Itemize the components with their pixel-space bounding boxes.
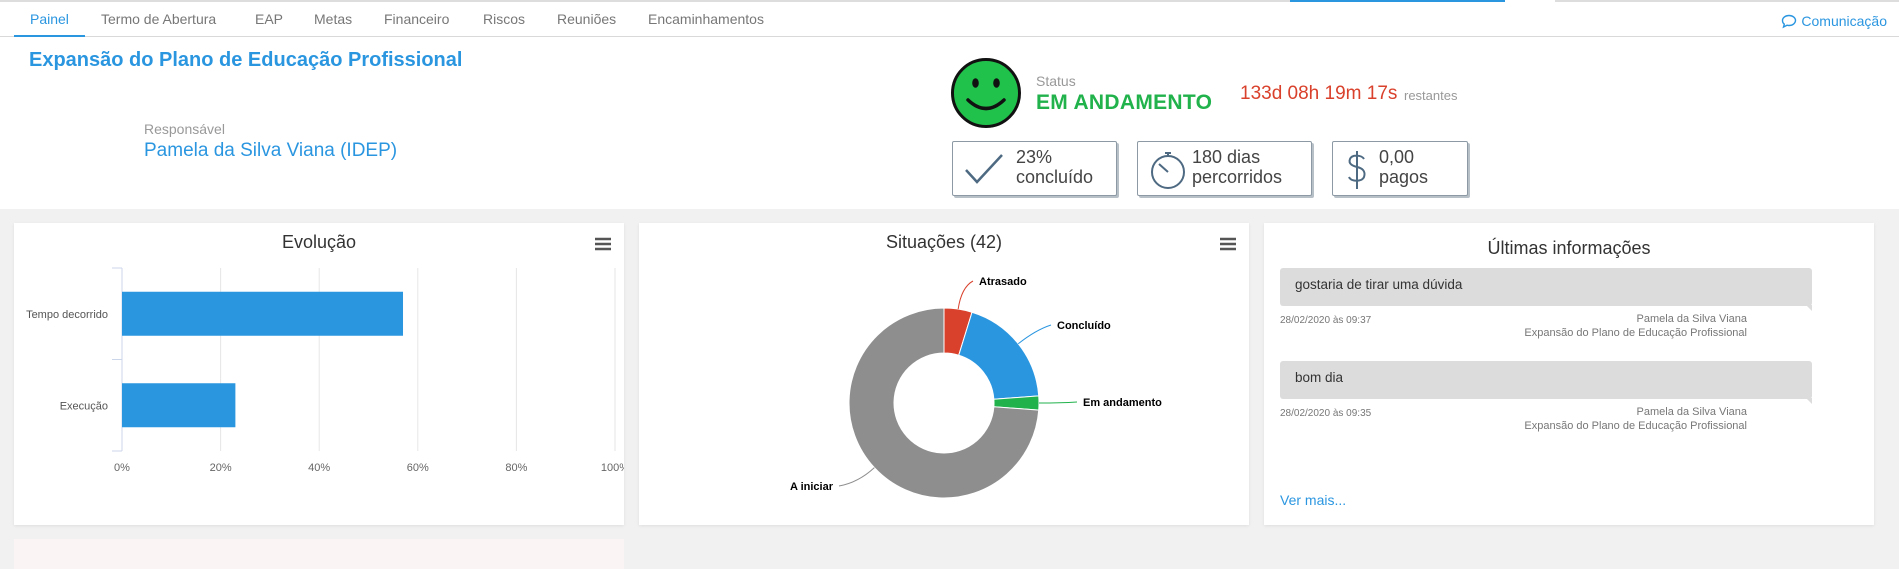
kpi-value: 0,00 [1379, 147, 1415, 167]
communication-label: Comunicação [1801, 13, 1887, 29]
slice-label: Em andamento [1083, 397, 1162, 409]
bar[interactable] [122, 291, 404, 336]
stopwatch-icon [1151, 152, 1185, 189]
latest-info-panel: Últimas informações gostaria de tirar um… [1264, 223, 1874, 525]
tab-encaminhamentos[interactable]: Encaminhamentos [648, 2, 764, 37]
check-icon [965, 154, 1003, 184]
kpi-caption: concluído [1016, 167, 1094, 187]
page-title: Expansão do Plano de Educação Profission… [29, 49, 463, 71]
tab-termo-de-abertura[interactable]: Termo de Abertura [101, 2, 216, 37]
x-tick-label: 40% [308, 462, 330, 474]
pie-slice[interactable] [958, 311, 1040, 400]
smiley-status-icon [951, 58, 1021, 128]
category-label: Tempo decorrido [26, 309, 108, 321]
label-connector [1017, 324, 1052, 345]
message-bubble[interactable]: gostaria de tirar uma dúvida [1280, 268, 1812, 311]
tab-bar: Painel Termo de Abertura EAP Metas Finan… [0, 2, 1899, 37]
status-label: Status [1036, 73, 1076, 89]
label-connector [957, 280, 974, 310]
kpi-value: 23% [1016, 147, 1053, 167]
slice-label: Concluído [1057, 320, 1111, 332]
bar[interactable] [122, 383, 236, 428]
label-connector [1038, 401, 1078, 404]
slice-label: Atrasado [979, 276, 1027, 288]
kpi-value: 180 [1192, 147, 1223, 167]
tab-reunioes[interactable]: Reuniões [557, 2, 616, 37]
message-date: 28/02/2020 às 09:37 [1280, 315, 1372, 326]
kpi-dias: 180 dias percorridos [1137, 141, 1312, 196]
responsible-label: Responsável [144, 121, 225, 137]
x-tick-label: 100% [601, 462, 624, 474]
x-tick-label: 60% [407, 462, 429, 474]
slice-label: A iniciar [790, 481, 834, 493]
responsible-name[interactable]: Pamela da Silva Viana (IDEP) [144, 140, 397, 162]
situations-panel: Situações (42) Atrasado Concluído Em andam… [639, 223, 1249, 525]
chat-bubble-icon [1782, 14, 1797, 29]
message-author: Pamela da Silva Viana Expansão do Plano d… [1524, 313, 1747, 339]
message-author: Pamela da Silva Viana Expansão do Plano d… [1524, 406, 1747, 432]
latest-title: Últimas informações [1487, 238, 1651, 258]
tab-painel[interactable]: Painel [14, 2, 85, 37]
tab-metas[interactable]: Metas [314, 2, 352, 37]
kpi-concluido: 23% concluído [952, 141, 1117, 196]
evolution-chart: 0% 20% 40% 60% 80% 100% Tempo decorrido Execuçã… [26, 267, 624, 474]
x-tick-label: 20% [210, 462, 232, 474]
tab-eap[interactable]: EAP [255, 2, 283, 37]
dollar-icon [1348, 151, 1366, 189]
kpi-caption: pagos [1379, 167, 1429, 187]
kpi-caption: percorridos [1192, 167, 1283, 187]
kpi-pagos: 0,00 pagos [1332, 141, 1468, 196]
communication-link[interactable]: Comunicação [1781, 4, 1887, 39]
label-connector [838, 467, 875, 487]
message-bubble[interactable]: bom dia [1280, 361, 1812, 404]
kpi-unit: dias [1222, 147, 1261, 167]
x-tick-label: 80% [505, 462, 527, 474]
evolution-panel: Evolução 0%20%40%60%80%100%Tempo decorri… [14, 223, 624, 525]
project-header: Expansão do Plano de Educação Profission… [0, 37, 1899, 209]
time-remaining: 133d 08h 19m 17s [1240, 83, 1398, 104]
situations-chart: Atrasado Concluído Em andamento A iniciar [790, 276, 1162, 499]
x-tick-label: 0% [114, 462, 130, 474]
tab-financeiro[interactable]: Financeiro [384, 2, 449, 37]
status-value: EM ANDAMENTO [1036, 91, 1213, 114]
message-date: 28/02/2020 às 09:35 [1280, 408, 1372, 419]
tab-riscos[interactable]: Riscos [483, 2, 525, 37]
see-more-link[interactable]: Ver mais... [1280, 492, 1346, 508]
category-label: Execução [60, 400, 108, 412]
bottom-panel [14, 539, 624, 569]
time-remaining-suffix: restantes [1404, 88, 1458, 103]
